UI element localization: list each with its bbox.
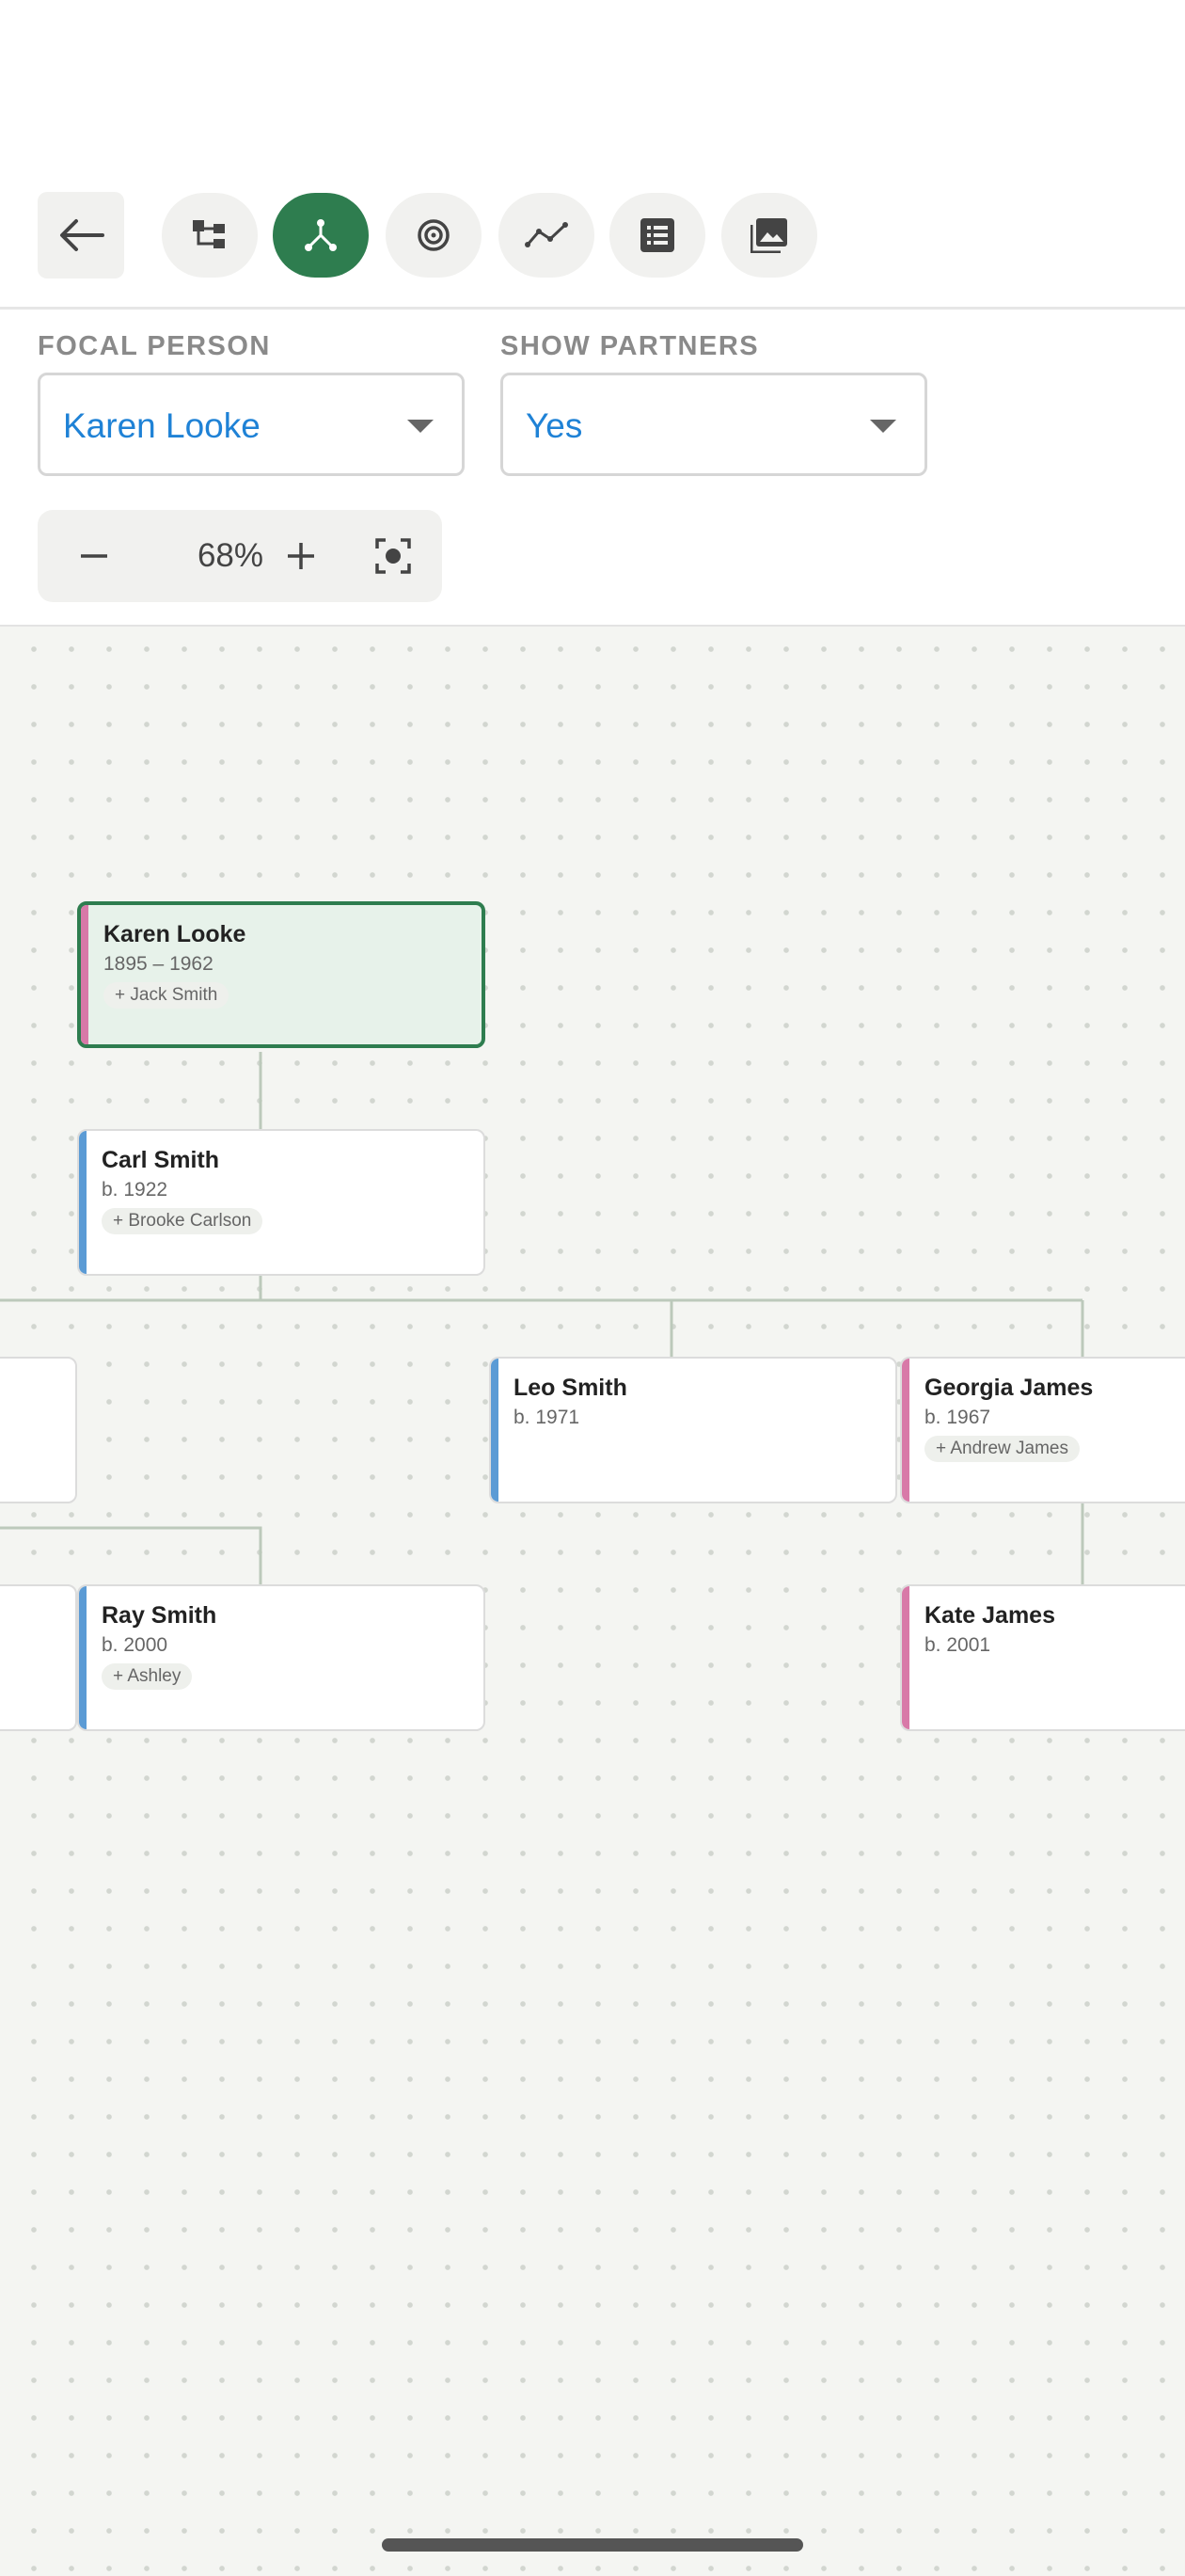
person-name: Georgia James bbox=[924, 1375, 1094, 1401]
partner-chip: + Andrew James bbox=[924, 1436, 1080, 1462]
person-card-karen-looke[interactable]: Karen Looke 1895 – 1962 + Jack Smith bbox=[77, 901, 485, 1048]
back-button[interactable] bbox=[38, 192, 124, 278]
female-accent bbox=[902, 1586, 909, 1729]
show-partners-select[interactable]: Yes bbox=[500, 373, 927, 476]
arrow-left-icon bbox=[60, 219, 104, 251]
person-dates: b. 2000 bbox=[102, 1634, 168, 1656]
male-accent bbox=[491, 1359, 498, 1502]
person-card-georgia-james[interactable]: Georgia James b. 1967 + Andrew James bbox=[900, 1357, 1185, 1503]
person-name: Ray Smith bbox=[102, 1602, 217, 1629]
fan-view-button[interactable] bbox=[386, 193, 482, 278]
female-accent bbox=[81, 905, 88, 1044]
partner-chip: + Jack Smith bbox=[103, 982, 229, 1009]
fork-node-icon bbox=[305, 219, 337, 251]
zoom-controls: 68% bbox=[38, 510, 442, 602]
home-indicator[interactable] bbox=[382, 2538, 803, 2552]
person-card-ray-smith[interactable]: Ray Smith b. 2000 + Ashley bbox=[77, 1584, 485, 1731]
focal-person-label: FOCAL PERSON bbox=[38, 331, 271, 361]
focal-person-value: Karen Looke bbox=[63, 406, 261, 445]
view-toolbar bbox=[0, 0, 1185, 310]
person-card-kate-james[interactable]: Kate James b. 2001 bbox=[900, 1584, 1185, 1731]
connector-to-ray bbox=[0, 1526, 262, 1584]
person-card-leo-smith[interactable]: Leo Smith b. 1971 bbox=[489, 1357, 897, 1503]
target-icon bbox=[418, 219, 450, 251]
image-icon bbox=[750, 218, 787, 253]
gallery-view-button[interactable] bbox=[721, 193, 817, 278]
show-partners-value: Yes bbox=[526, 406, 583, 445]
person-dates: b. 1971 bbox=[514, 1407, 580, 1428]
zoom-out-button[interactable] bbox=[66, 528, 122, 584]
line-chart-icon bbox=[525, 222, 568, 247]
show-partners-label: SHOW PARTNERS bbox=[500, 331, 760, 361]
person-name: Kate James bbox=[924, 1602, 1055, 1629]
fit-screen-icon bbox=[375, 538, 411, 574]
person-name: Carl Smith bbox=[102, 1147, 220, 1173]
person-name: Karen Looke bbox=[103, 921, 246, 947]
partner-chip: + Ashley bbox=[102, 1663, 193, 1690]
timeline-view-button[interactable] bbox=[498, 193, 594, 278]
chevron-down-icon bbox=[870, 420, 896, 433]
person-card-offscreen-left-2[interactable] bbox=[0, 1584, 77, 1731]
chevron-down-icon bbox=[407, 420, 434, 433]
org-chart-icon bbox=[193, 220, 225, 248]
connector-carl-children bbox=[0, 1276, 1084, 1357]
person-dates: 1895 – 1962 bbox=[103, 953, 213, 975]
plus-icon bbox=[288, 543, 314, 569]
person-dates: b. 1967 bbox=[924, 1407, 991, 1428]
person-dates: b. 2001 bbox=[924, 1634, 991, 1656]
tree-view-button[interactable] bbox=[162, 193, 258, 278]
descendants-view-button[interactable] bbox=[273, 193, 369, 278]
person-name: Leo Smith bbox=[514, 1375, 627, 1401]
list-view-button[interactable] bbox=[609, 193, 705, 278]
zoom-in-button[interactable] bbox=[273, 528, 329, 584]
female-accent bbox=[902, 1359, 909, 1502]
person-card-carl-smith[interactable]: Carl Smith b. 1922 + Brooke Carlson bbox=[77, 1129, 485, 1276]
partner-chip: + Brooke Carlson bbox=[102, 1208, 263, 1234]
person-dates: b. 1922 bbox=[102, 1179, 168, 1201]
focal-person-select[interactable]: Karen Looke bbox=[38, 373, 465, 476]
minus-icon bbox=[81, 554, 107, 558]
male-accent bbox=[79, 1586, 87, 1729]
fit-screen-button[interactable] bbox=[365, 528, 421, 584]
tree-canvas[interactable]: Karen Looke 1895 – 1962 + Jack Smith Car… bbox=[0, 625, 1185, 2576]
male-accent bbox=[79, 1131, 87, 1274]
person-card-offscreen-left[interactable] bbox=[0, 1357, 77, 1503]
list-icon bbox=[640, 218, 674, 252]
